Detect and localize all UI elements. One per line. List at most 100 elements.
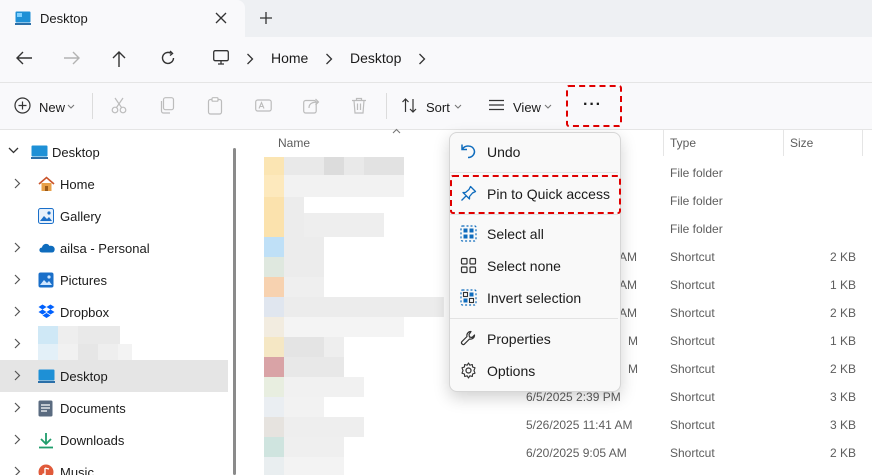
pictures-icon [38, 272, 54, 288]
row-size: 2 KB [829, 446, 856, 460]
sidebar-scrollbar[interactable] [233, 148, 236, 475]
chevron-down-icon[interactable] [454, 104, 462, 109]
redacted-file-names [264, 157, 444, 475]
chevron-right-icon[interactable] [325, 53, 333, 65]
copy-icon[interactable] [159, 97, 175, 114]
sidebar-item-onedrive[interactable]: ailsa - Personal [0, 232, 228, 264]
paste-icon[interactable] [207, 97, 223, 115]
column-divider[interactable] [783, 130, 784, 156]
rename-icon[interactable] [255, 97, 272, 114]
row-date: 5/26/2025 11:41 AM [526, 418, 633, 432]
sidebar-item-desktop-root[interactable]: Desktop [0, 136, 228, 168]
row-type: Shortcut [670, 278, 715, 292]
table-row[interactable]: 6/20/2025 9:05 AM Shortcut 2 KB [526, 446, 866, 462]
tab-desktop[interactable] [0, 0, 245, 37]
sort-button[interactable]: Sort [426, 100, 450, 115]
breadcrumb-home[interactable]: Home [271, 50, 308, 66]
chevron-right-icon[interactable] [14, 242, 21, 253]
menu-item-select-none[interactable]: Select none [450, 252, 618, 280]
share-icon[interactable] [303, 97, 320, 114]
menu-label: Invert selection [487, 290, 582, 306]
chevron-down-icon[interactable] [8, 147, 19, 154]
menu-item-properties[interactable]: Properties [450, 325, 618, 353]
sidebar-label: Home [60, 177, 95, 192]
menu-item-select-all[interactable]: Select all [450, 220, 618, 248]
sidebar-item-pictures[interactable]: Pictures [0, 264, 228, 296]
pin-icon [460, 185, 477, 202]
chevron-right-icon[interactable] [14, 274, 21, 285]
undo-icon [460, 143, 477, 159]
row-size: 2 KB [829, 362, 856, 376]
row-type: Shortcut [670, 306, 715, 320]
up-arrow-icon[interactable] [111, 50, 127, 68]
onedrive-icon [38, 242, 56, 253]
select-none-icon [460, 257, 477, 274]
row-date: M [628, 362, 638, 376]
column-header-size[interactable]: Size [790, 136, 813, 150]
row-date: AM [619, 278, 637, 292]
forward-arrow-icon[interactable] [63, 50, 81, 66]
view-button[interactable]: View [513, 100, 541, 115]
chevron-right-icon[interactable] [14, 402, 21, 413]
menu-item-pin-to-quick-access[interactable]: Pin to Quick access [450, 175, 621, 214]
row-type: File folder [670, 222, 723, 236]
menu-label: Properties [487, 331, 551, 347]
downloads-icon [38, 432, 54, 449]
tab-title: Desktop [40, 11, 88, 26]
row-size: 2 KB [829, 250, 856, 264]
sidebar-label: Downloads [60, 433, 125, 448]
sidebar-item-gallery[interactable]: Gallery [0, 200, 228, 232]
sidebar-item-documents[interactable]: Documents [0, 392, 228, 424]
chevron-down-icon[interactable] [544, 104, 552, 109]
chevron-right-icon[interactable] [14, 178, 21, 189]
delete-icon[interactable] [351, 97, 367, 114]
chevron-right-icon[interactable] [14, 434, 21, 445]
sidebar-item-dropbox[interactable]: Dropbox [0, 296, 228, 328]
sidebar-item-redacted[interactable] [0, 326, 228, 360]
sidebar-item-music[interactable]: Music [0, 456, 228, 475]
row-size: 3 KB [829, 418, 856, 432]
menu-label: Pin to Quick access [487, 186, 610, 202]
new-tab-plus-icon[interactable] [259, 11, 273, 25]
menu-item-invert-selection[interactable]: Invert selection [450, 284, 618, 312]
sidebar-item-desktop[interactable]: Desktop [0, 360, 228, 392]
chevron-right-icon[interactable] [14, 306, 21, 317]
table-row[interactable]: 5/26/2025 11:41 AM Shortcut 3 KB [526, 418, 866, 434]
row-date: 6/20/2025 9:05 AM [526, 446, 627, 460]
gallery-icon [38, 208, 54, 224]
sidebar-item-downloads[interactable]: Downloads [0, 424, 228, 456]
sidebar-label: Desktop [60, 369, 108, 384]
chevron-right-icon[interactable] [418, 53, 426, 65]
new-button[interactable]: New [39, 100, 65, 115]
row-type: File folder [670, 166, 723, 180]
row-date: AM [619, 306, 637, 320]
sidebar-item-home[interactable]: Home [0, 168, 228, 200]
close-icon[interactable] [214, 11, 228, 25]
refresh-icon[interactable] [160, 50, 176, 66]
chevron-right-icon[interactable] [14, 370, 21, 381]
menu-label: Options [487, 363, 536, 379]
back-arrow-icon[interactable] [15, 50, 33, 66]
wrench-icon [460, 330, 477, 347]
sidebar-label: Pictures [60, 273, 107, 288]
column-header-name[interactable]: Name [278, 136, 310, 150]
separator [92, 93, 93, 119]
chevron-down-icon[interactable] [67, 104, 75, 109]
column-header-type[interactable]: Type [670, 136, 696, 150]
menu-item-options[interactable]: Options [450, 357, 618, 385]
column-divider[interactable] [862, 130, 863, 156]
menu-separator [450, 214, 618, 215]
chevron-right-icon[interactable] [14, 466, 21, 475]
plus-circle-icon [14, 97, 31, 114]
cut-icon[interactable] [111, 97, 127, 114]
table-row[interactable]: 6/5/2025 2:39 PM Shortcut 3 KB [526, 390, 866, 406]
menu-item-undo[interactable]: Undo [450, 138, 618, 166]
chevron-right-icon[interactable] [246, 53, 254, 65]
row-type: Shortcut [670, 418, 715, 432]
row-date: AM [619, 250, 637, 264]
chevron-right-icon[interactable] [14, 338, 21, 349]
breadcrumb-desktop[interactable]: Desktop [350, 50, 401, 66]
sidebar-label: Desktop [52, 145, 100, 160]
column-divider[interactable] [663, 130, 664, 156]
row-type: Shortcut [670, 250, 715, 264]
